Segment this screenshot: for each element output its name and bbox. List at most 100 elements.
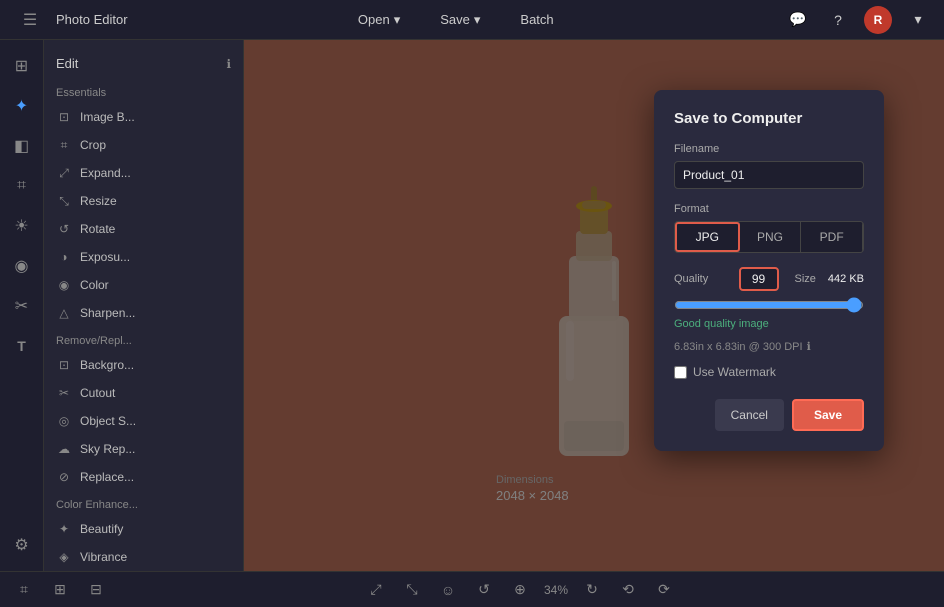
sidebar-layers-icon[interactable]: ◧ bbox=[4, 128, 40, 164]
canvas-area: Dimensions 2048 × 2048 Save to Computer … bbox=[244, 40, 944, 571]
panel-item-resize[interactable]: ⤡ Resize bbox=[44, 187, 243, 215]
open-button[interactable]: Open ▾ bbox=[350, 8, 408, 32]
sidebar-color-icon[interactable]: ◉ bbox=[4, 248, 40, 284]
expand-panel-icon: ⤢ bbox=[56, 165, 72, 181]
watermark-label: Use Watermark bbox=[693, 365, 776, 379]
panel-item-imageb[interactable]: ⊡ Image B... bbox=[44, 103, 243, 131]
batch-button[interactable]: Batch bbox=[512, 8, 561, 31]
expand-bottom-icon[interactable]: ⤡ bbox=[400, 578, 424, 602]
background-panel-icon: ⊡ bbox=[56, 357, 72, 373]
main-layout: ⊞ ✦ ◧ ⌗ ☀ ◉ ✂ T ⚙ Edit ℹ Essentials ⊡ Im… bbox=[0, 40, 944, 571]
panel-item-expand[interactable]: ⤢ Expand... bbox=[44, 159, 243, 187]
crop-panel-icon: ⌗ bbox=[56, 137, 72, 153]
topbar-left: ☰ Photo Editor bbox=[12, 2, 128, 38]
sidebar-remove-icon[interactable]: ✂ bbox=[4, 288, 40, 324]
vibrance-panel-icon: ◈ bbox=[56, 549, 72, 565]
format-png-button[interactable]: PNG bbox=[740, 222, 802, 252]
resize-panel-icon: ⤡ bbox=[56, 193, 72, 209]
bottombar-left: ⌗ ⊞ ⊟ bbox=[12, 578, 108, 602]
image-basic-icon: ⊡ bbox=[56, 109, 72, 125]
dpi-info: 6.83in x 6.83in @ 300 DPI ℹ bbox=[674, 340, 864, 353]
panel-item-sharpen[interactable]: △ Sharpen... bbox=[44, 299, 243, 327]
zoom-in-icon[interactable]: ⊕ bbox=[508, 578, 532, 602]
section-remove: Remove/Repl... bbox=[44, 327, 243, 351]
sharpen-panel-icon: △ bbox=[56, 305, 72, 321]
emoji-icon[interactable]: ☺ bbox=[436, 578, 460, 602]
dialog-title: Save to Computer bbox=[674, 110, 864, 127]
modal-overlay: Save to Computer Filename Format JPG PNG… bbox=[244, 40, 944, 571]
sidebar-crop-icon[interactable]: ⌗ bbox=[4, 168, 40, 204]
quality-input[interactable] bbox=[739, 267, 779, 291]
section-essentials: Essentials bbox=[44, 79, 243, 103]
quality-label: Quality bbox=[674, 273, 731, 285]
chat-icon[interactable]: 💬 bbox=[784, 6, 812, 34]
redo-icon[interactable]: ↻ bbox=[580, 578, 604, 602]
rotate-left-icon[interactable]: ⟲ bbox=[616, 578, 640, 602]
panel-item-rotate[interactable]: ↺ Rotate bbox=[44, 215, 243, 243]
cancel-button[interactable]: Cancel bbox=[715, 399, 784, 431]
format-row: JPG PNG PDF bbox=[674, 221, 864, 253]
left-panel: Edit ℹ Essentials ⊡ Image B... ⌗ Crop ⤢ … bbox=[44, 40, 244, 571]
quality-row: Quality Size 442 KB bbox=[674, 267, 864, 291]
panel-item-object[interactable]: ◎ Object S... bbox=[44, 407, 243, 435]
topbar-center: Open ▾ Save ▾ Batch bbox=[144, 8, 768, 32]
section-color-enhance: Color Enhance... bbox=[44, 491, 243, 515]
panel-item-background[interactable]: ⊡ Backgro... bbox=[44, 351, 243, 379]
grid-bottom-icon[interactable]: ⊟ bbox=[84, 578, 108, 602]
panel-item-color[interactable]: ◉ Color bbox=[44, 271, 243, 299]
watermark-row: Use Watermark bbox=[674, 365, 864, 379]
panel-info-icon[interactable]: ℹ bbox=[226, 57, 231, 71]
hamburger-icon[interactable]: ☰ bbox=[12, 2, 48, 38]
dialog-buttons: Cancel Save bbox=[674, 399, 864, 431]
panel-item-crop[interactable]: ⌗ Crop bbox=[44, 131, 243, 159]
sidebar-grid-icon[interactable]: ⊞ bbox=[4, 48, 40, 84]
save-confirm-button[interactable]: Save bbox=[792, 399, 864, 431]
crop-bottom-icon[interactable]: ⌗ bbox=[12, 578, 36, 602]
size-label: Size bbox=[795, 273, 816, 285]
panel-item-replace[interactable]: ⊘ Replace... bbox=[44, 463, 243, 491]
bottombar-center: ⤢ ⤡ ☺ ↺ ⊕ 34% ↻ ⟲ ⟳ bbox=[364, 578, 676, 602]
undo-icon[interactable]: ↺ bbox=[472, 578, 496, 602]
sky-panel-icon: ☁ bbox=[56, 441, 72, 457]
color-panel-icon: ◉ bbox=[56, 277, 72, 293]
adjust-bottom-icon[interactable]: ⊞ bbox=[48, 578, 72, 602]
panel-header: Edit ℹ bbox=[44, 48, 243, 79]
watermark-checkbox[interactable] bbox=[674, 366, 687, 379]
save-button[interactable]: Save ▾ bbox=[432, 8, 488, 32]
topbar-right: 💬 ? R ▾ bbox=[784, 6, 932, 34]
rotate-right-icon[interactable]: ⟳ bbox=[652, 578, 676, 602]
beautify-panel-icon: ✦ bbox=[56, 521, 72, 537]
exposure-panel-icon: ◑ bbox=[56, 249, 72, 265]
panel-item-beautify[interactable]: ✦ Beautify bbox=[44, 515, 243, 543]
avatar[interactable]: R bbox=[864, 6, 892, 34]
sidebar-text-icon[interactable]: T bbox=[4, 328, 40, 364]
app-name: Photo Editor bbox=[56, 12, 128, 27]
filename-label: Filename bbox=[674, 143, 864, 155]
sidebar-settings-icon[interactable]: ⚙ bbox=[4, 527, 40, 563]
panel-title: Edit bbox=[56, 56, 78, 71]
fit-icon[interactable]: ⤢ bbox=[364, 578, 388, 602]
filename-input[interactable] bbox=[674, 161, 864, 189]
panel-item-sky[interactable]: ☁ Sky Rep... bbox=[44, 435, 243, 463]
sidebar-magic-icon[interactable]: ✦ bbox=[4, 88, 40, 124]
panel-item-exposure[interactable]: ◑ Exposu... bbox=[44, 243, 243, 271]
save-chevron-icon: ▾ bbox=[474, 12, 481, 28]
size-value: 442 KB bbox=[828, 273, 864, 285]
save-dialog: Save to Computer Filename Format JPG PNG… bbox=[654, 90, 884, 451]
format-label: Format bbox=[674, 203, 864, 215]
sidebar-adjust-icon[interactable]: ☀ bbox=[4, 208, 40, 244]
quality-slider[interactable] bbox=[674, 297, 864, 313]
format-pdf-button[interactable]: PDF bbox=[801, 222, 863, 252]
zoom-percent: 34% bbox=[544, 583, 568, 597]
open-chevron-icon: ▾ bbox=[394, 12, 401, 28]
object-panel-icon: ◎ bbox=[56, 413, 72, 429]
panel-item-vibrance[interactable]: ◈ Vibrance bbox=[44, 543, 243, 571]
topbar: ☰ Photo Editor Open ▾ Save ▾ Batch 💬 ? R… bbox=[0, 0, 944, 40]
help-icon[interactable]: ? bbox=[824, 6, 852, 34]
rotate-panel-icon: ↺ bbox=[56, 221, 72, 237]
bottombar: ⌗ ⊞ ⊟ ⤢ ⤡ ☺ ↺ ⊕ 34% ↻ ⟲ ⟳ bbox=[0, 571, 944, 607]
chevron-down-icon[interactable]: ▾ bbox=[904, 6, 932, 34]
panel-item-cutout[interactable]: ✂ Cutout bbox=[44, 379, 243, 407]
format-jpg-button[interactable]: JPG bbox=[675, 222, 740, 252]
dpi-info-icon[interactable]: ℹ bbox=[807, 340, 811, 353]
